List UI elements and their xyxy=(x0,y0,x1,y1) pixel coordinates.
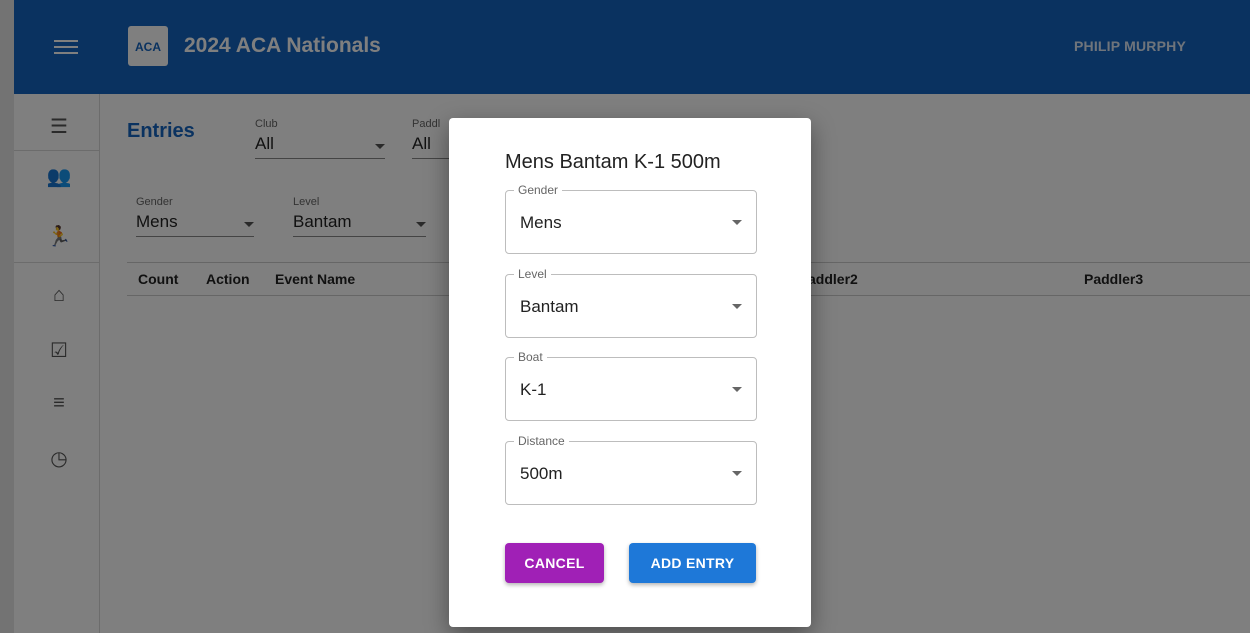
level-select-value: Bantam xyxy=(520,297,579,316)
chevron-down-icon xyxy=(732,387,742,392)
dialog-title: Mens Bantam K-1 500m xyxy=(505,151,721,173)
gender-select-value: Mens xyxy=(520,213,562,232)
add-entry-button[interactable]: ADD ENTRY xyxy=(629,543,756,583)
chevron-down-icon xyxy=(732,471,742,476)
cancel-button[interactable]: CANCEL xyxy=(505,543,604,583)
add-entry-dialog: Mens Bantam K-1 500m Gender Mens Level B… xyxy=(449,118,811,627)
level-select[interactable]: Level Bantam xyxy=(505,267,757,338)
distance-select[interactable]: Distance 500m xyxy=(505,434,757,505)
boat-select-label: Boat xyxy=(514,350,547,364)
distance-select-label: Distance xyxy=(514,434,569,448)
gender-select[interactable]: Gender Mens xyxy=(505,183,757,254)
boat-select-value: K-1 xyxy=(520,380,547,399)
chevron-down-icon xyxy=(732,220,742,225)
gender-select-label: Gender xyxy=(514,183,563,197)
boat-select[interactable]: Boat K-1 xyxy=(505,350,757,421)
chevron-down-icon xyxy=(732,304,742,309)
distance-select-value: 500m xyxy=(520,464,563,483)
level-select-label: Level xyxy=(514,267,551,281)
